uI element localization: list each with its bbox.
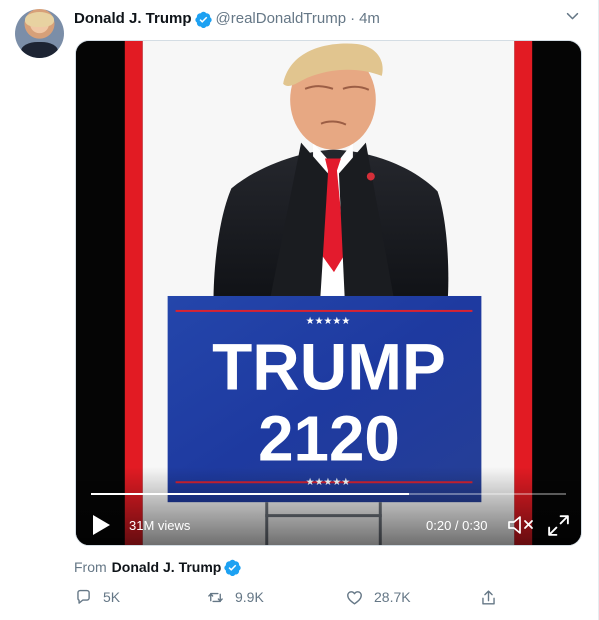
- reply-button[interactable]: 5K: [74, 586, 120, 608]
- verified-icon: [194, 11, 212, 28]
- retweet-count: 9.9K: [235, 589, 264, 605]
- share-button[interactable]: [479, 586, 498, 608]
- source-name[interactable]: Donald J. Trump: [112, 558, 222, 576]
- share-icon: [482, 589, 495, 605]
- play-icon[interactable]: [91, 514, 111, 536]
- author-handle[interactable]: @realDonaldTrump: [216, 9, 347, 29]
- tweet-timestamp[interactable]: 4m: [359, 9, 380, 29]
- video-source-attribution: From Donald J. Trump: [74, 558, 242, 576]
- sign-line-1: TRUMP: [212, 330, 446, 404]
- volume-muted-icon[interactable]: [507, 514, 535, 536]
- reply-icon: [77, 589, 90, 604]
- tweet-header: Donald J. Trump @realDonaldTrump · 4m: [74, 9, 380, 29]
- video-duration: 0:20 / 0:30: [426, 518, 488, 533]
- video-player[interactable]: ★★★★★ TRUMP 2120 ★★★★★ 31M views 0:20 / …: [75, 40, 582, 546]
- video-progress-fill: [91, 493, 410, 495]
- heart-icon: [347, 590, 362, 605]
- retweet-icon: [208, 592, 223, 602]
- video-views: 31M views: [129, 518, 191, 533]
- retweet-button[interactable]: 9.9K: [206, 586, 264, 608]
- author-name[interactable]: Donald J. Trump: [74, 9, 192, 29]
- separator-dot: ·: [350, 10, 356, 27]
- like-button[interactable]: 28.7K: [345, 586, 411, 608]
- video-progress-bar[interactable]: [91, 493, 566, 495]
- expand-icon[interactable]: [546, 513, 571, 538]
- chevron-down-icon[interactable]: [564, 8, 581, 25]
- source-prefix: From: [74, 559, 107, 575]
- avatar[interactable]: [15, 9, 64, 58]
- reply-count: 5K: [103, 589, 121, 605]
- sign-line-2: 2120: [258, 402, 400, 474]
- tweet-actions: 5K 9.9K 28.7K: [74, 586, 506, 608]
- sign-stars-top: ★★★★★: [306, 316, 351, 327]
- like-count: 28.7K: [374, 589, 411, 605]
- verified-icon: [224, 559, 242, 576]
- tweet[interactable]: Donald J. Trump @realDonaldTrump · 4m ★★…: [0, 0, 599, 620]
